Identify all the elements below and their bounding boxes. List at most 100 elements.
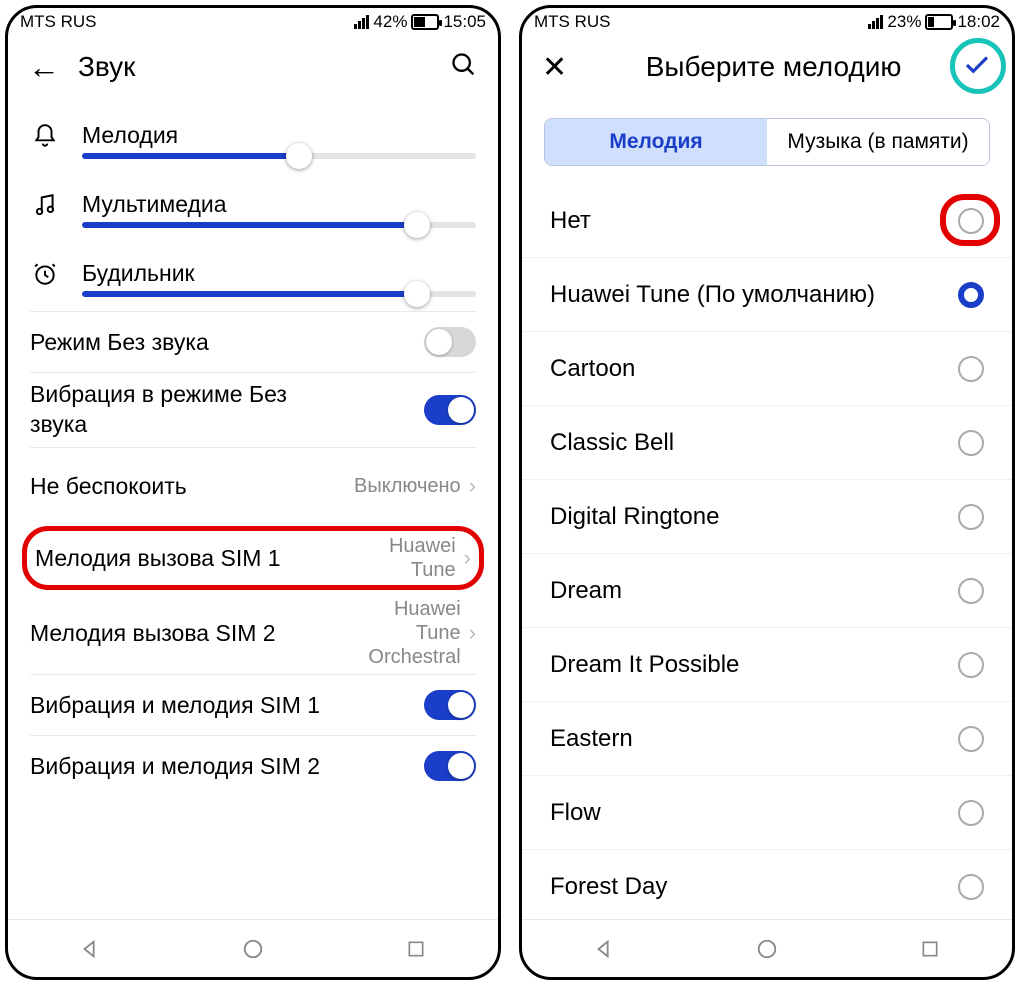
radio-selected[interactable] [958, 282, 984, 308]
vibrate-silent-row[interactable]: Вибрация в режиме Без звука [8, 373, 498, 447]
battery-icon [411, 14, 439, 30]
slider-media[interactable] [8, 218, 498, 242]
silent-mode-row[interactable]: Режим Без звука [8, 312, 498, 372]
ringtone-label: Classic Bell [550, 429, 674, 457]
close-icon[interactable]: ✕ [542, 50, 567, 85]
slider-label: Мелодия [82, 122, 476, 149]
music-icon [30, 192, 60, 218]
ringtone-label: Flow [550, 799, 601, 827]
page-title: Звук [78, 51, 450, 83]
ringtone-label: Huawei Tune (По умолчанию) [550, 281, 875, 309]
ringtone-label: Forest Day [550, 873, 667, 901]
search-icon[interactable] [450, 51, 478, 84]
vibrate-sim2-row[interactable]: Вибрация и мелодия SIM 2 [8, 736, 498, 796]
ringtone-item[interactable]: Cartoon [522, 332, 1012, 406]
row-value: HuaweiTuneOrchestral [368, 597, 460, 669]
ringtone-item[interactable]: Flow [522, 776, 1012, 850]
ringtone-sim1-row[interactable]: Мелодия вызова SIM 1 HuaweiTune › [22, 526, 484, 590]
ringtone-item[interactable]: Huawei Tune (По умолчанию) [522, 258, 1012, 332]
row-label-line1: Вибрация в режиме Без [30, 381, 287, 407]
radio-unselected[interactable] [958, 504, 984, 530]
radio-unselected[interactable] [958, 578, 984, 604]
slider-alarm[interactable] [8, 287, 498, 311]
radio-unselected[interactable] [958, 874, 984, 900]
battery-icon [925, 14, 953, 30]
radio-unselected[interactable] [958, 726, 984, 752]
confirm-icon[interactable] [962, 50, 992, 85]
status-bar: MTS RUS 23% 18:02 [522, 8, 1012, 36]
phone-right: MTS RUS 23% 18:02 ✕ Выберите мелодию Мел… [519, 5, 1015, 980]
row-label: Вибрация и мелодия SIM 1 [30, 692, 424, 719]
page-title: Выберите мелодию [585, 51, 962, 83]
ringtone-item[interactable]: Digital Ringtone [522, 480, 1012, 554]
chevron-right-icon: › [464, 545, 471, 571]
battery-pct: 42% [373, 12, 407, 32]
volume-row-media: Мультимедиа [8, 173, 498, 218]
volume-row-melody: Мелодия [8, 98, 498, 149]
ringtone-item[interactable]: Dream It Possible [522, 628, 1012, 702]
row-label-line2: звука [30, 411, 87, 437]
vibrate-sim2-toggle[interactable] [424, 751, 476, 781]
back-icon[interactable]: ← [28, 49, 60, 86]
nav-recent-icon[interactable] [900, 931, 960, 967]
dnd-row[interactable]: Не беспокоить Выключено › [8, 448, 498, 524]
settings-list: Мелодия Мультимедиа Будильник Режим [8, 98, 498, 919]
battery-pct: 23% [887, 12, 921, 32]
bell-icon [30, 123, 60, 149]
tab-music[interactable]: Музыка (в памяти) [767, 119, 989, 165]
ringtone-item[interactable]: Dream [522, 554, 1012, 628]
tab-melody[interactable]: Мелодия [545, 119, 767, 165]
status-bar: MTS RUS 42% 15:05 [8, 8, 498, 36]
row-label: Не беспокоить [30, 473, 354, 500]
tab-segmented-control[interactable]: Мелодия Музыка (в памяти) [544, 118, 990, 166]
nav-bar [522, 919, 1012, 977]
radio-unselected[interactable] [958, 430, 984, 456]
ringtone-label: Eastern [550, 725, 633, 753]
nav-home-icon[interactable] [737, 931, 797, 967]
carrier-label: MTS RUS [20, 12, 97, 32]
nav-home-icon[interactable] [223, 931, 283, 967]
ringtone-item[interactable]: Classic Bell [522, 406, 1012, 480]
time-label: 15:05 [443, 12, 486, 32]
ringtone-item[interactable]: Forest Day [522, 850, 1012, 919]
carrier-label: MTS RUS [534, 12, 611, 32]
silent-toggle[interactable] [424, 327, 476, 357]
ringtone-item[interactable]: Нет [522, 184, 1012, 258]
ringtone-label: Dream It Possible [550, 651, 739, 679]
row-label: Режим Без звука [30, 329, 424, 356]
nav-recent-icon[interactable] [386, 931, 446, 967]
vibrate-sim1-row[interactable]: Вибрация и мелодия SIM 1 [8, 675, 498, 735]
volume-row-alarm: Будильник [8, 242, 498, 287]
row-label: Мелодия вызова SIM 2 [30, 620, 368, 647]
radio-unselected[interactable] [958, 800, 984, 826]
row-label: Вибрация и мелодия SIM 2 [30, 753, 424, 780]
ringtone-label: Digital Ringtone [550, 503, 719, 531]
row-value: Выключено [354, 474, 461, 498]
header: ✕ Выберите мелодию [522, 36, 1012, 98]
radio-unselected[interactable] [958, 652, 984, 678]
ringtone-label: Нет [550, 207, 591, 235]
radio-unselected[interactable] [958, 208, 984, 234]
chevron-right-icon: › [469, 473, 476, 499]
ringtone-label: Cartoon [550, 355, 635, 383]
vibrate-silent-toggle[interactable] [424, 395, 476, 425]
nav-bar [8, 919, 498, 977]
row-label: Мелодия вызова SIM 1 [35, 545, 389, 572]
signal-icon [868, 15, 883, 29]
vibrate-sim1-toggle[interactable] [424, 690, 476, 720]
row-value: HuaweiTune [389, 534, 456, 582]
ringtone-label: Dream [550, 577, 622, 605]
phone-left: MTS RUS 42% 15:05 ← Звук Мелодия [5, 5, 501, 980]
alarm-icon [30, 261, 60, 287]
ringtone-list: Нет Huawei Tune (По умолчанию) Cartoon C… [522, 176, 1012, 919]
chevron-right-icon: › [469, 620, 476, 646]
time-label: 18:02 [957, 12, 1000, 32]
slider-melody[interactable] [8, 149, 498, 173]
ringtone-item[interactable]: Eastern [522, 702, 1012, 776]
radio-unselected[interactable] [958, 356, 984, 382]
nav-back-icon[interactable] [60, 931, 120, 967]
signal-icon [354, 15, 369, 29]
nav-back-icon[interactable] [574, 931, 634, 967]
ringtone-sim2-row[interactable]: Мелодия вызова SIM 2 HuaweiTuneOrchestra… [8, 592, 498, 674]
header: ← Звук [8, 36, 498, 98]
